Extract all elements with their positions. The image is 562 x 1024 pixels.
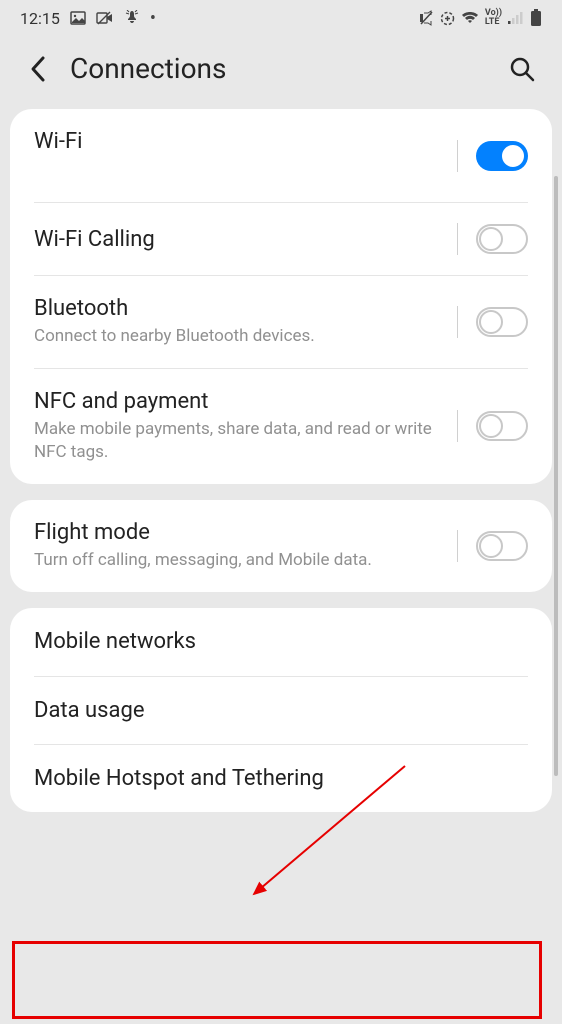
wifi-calling-toggle[interactable] [476, 224, 528, 254]
vertical-divider [457, 223, 458, 255]
row-flight-mode[interactable]: Flight mode Turn off calling, messaging,… [34, 500, 528, 592]
row-bluetooth[interactable]: Bluetooth Connect to nearby Bluetooth de… [34, 275, 528, 368]
vertical-divider [457, 306, 458, 338]
page-title: Connections [70, 52, 488, 85]
vertical-divider [457, 530, 458, 562]
wifi-network-name-hidden [34, 154, 449, 182]
mute-icon [418, 10, 434, 26]
row-title: Data usage [34, 698, 528, 723]
row-mobile-hotspot[interactable]: Mobile Hotspot and Tethering [34, 744, 528, 812]
wifi-toggle[interactable] [476, 141, 528, 171]
row-mobile-networks[interactable]: Mobile networks [34, 608, 528, 676]
dot-icon: • [150, 8, 156, 29]
dnd-icon [124, 10, 140, 26]
row-title: Bluetooth [34, 296, 449, 321]
flight-mode-toggle[interactable] [476, 531, 528, 561]
row-title: Flight mode [34, 520, 449, 545]
header: Connections [0, 36, 562, 109]
row-title: NFC and payment [34, 389, 449, 414]
battery-icon [530, 9, 542, 27]
search-button[interactable] [508, 55, 536, 83]
row-subtitle: Connect to nearby Bluetooth devices. [34, 325, 449, 348]
status-bar: 12:15 • Vo))LTE [0, 0, 562, 36]
vertical-divider [457, 410, 458, 442]
signal-icon [508, 11, 524, 25]
row-title: Wi-Fi [34, 129, 449, 154]
image-icon [70, 10, 86, 26]
row-subtitle: Make mobile payments, share data, and re… [34, 418, 449, 464]
settings-card-1: Wi-Fi Wi-Fi Calling Bluetooth Connect to… [10, 109, 552, 484]
settings-content: Wi-Fi Wi-Fi Calling Bluetooth Connect to… [0, 109, 562, 812]
row-wifi[interactable]: Wi-Fi [34, 109, 528, 202]
wifi-icon [461, 11, 479, 25]
settings-card-3: Mobile networks Data usage Mobile Hotspo… [10, 608, 552, 812]
nfc-toggle[interactable] [476, 411, 528, 441]
row-subtitle: Turn off calling, messaging, and Mobile … [34, 549, 449, 572]
bluetooth-toggle[interactable] [476, 307, 528, 337]
vertical-divider [457, 140, 458, 172]
voicemail-icon [96, 11, 114, 25]
chevron-left-icon [29, 55, 47, 83]
row-nfc[interactable]: NFC and payment Make mobile payments, sh… [34, 368, 528, 484]
status-time: 12:15 [20, 9, 60, 28]
row-title: Mobile Hotspot and Tethering [34, 766, 528, 791]
row-title: Wi-Fi Calling [34, 227, 449, 252]
row-wifi-calling[interactable]: Wi-Fi Calling [34, 202, 528, 275]
back-button[interactable] [26, 57, 50, 81]
search-icon [509, 56, 535, 82]
annotation-highlight-box [12, 941, 542, 1019]
row-title: Mobile networks [34, 629, 528, 654]
scrollbar[interactable] [554, 176, 558, 776]
settings-card-2: Flight mode Turn off calling, messaging,… [10, 500, 552, 592]
data-saver-icon [440, 11, 455, 26]
volte-icon: Vo))LTE [485, 9, 502, 27]
row-data-usage[interactable]: Data usage [34, 676, 528, 744]
